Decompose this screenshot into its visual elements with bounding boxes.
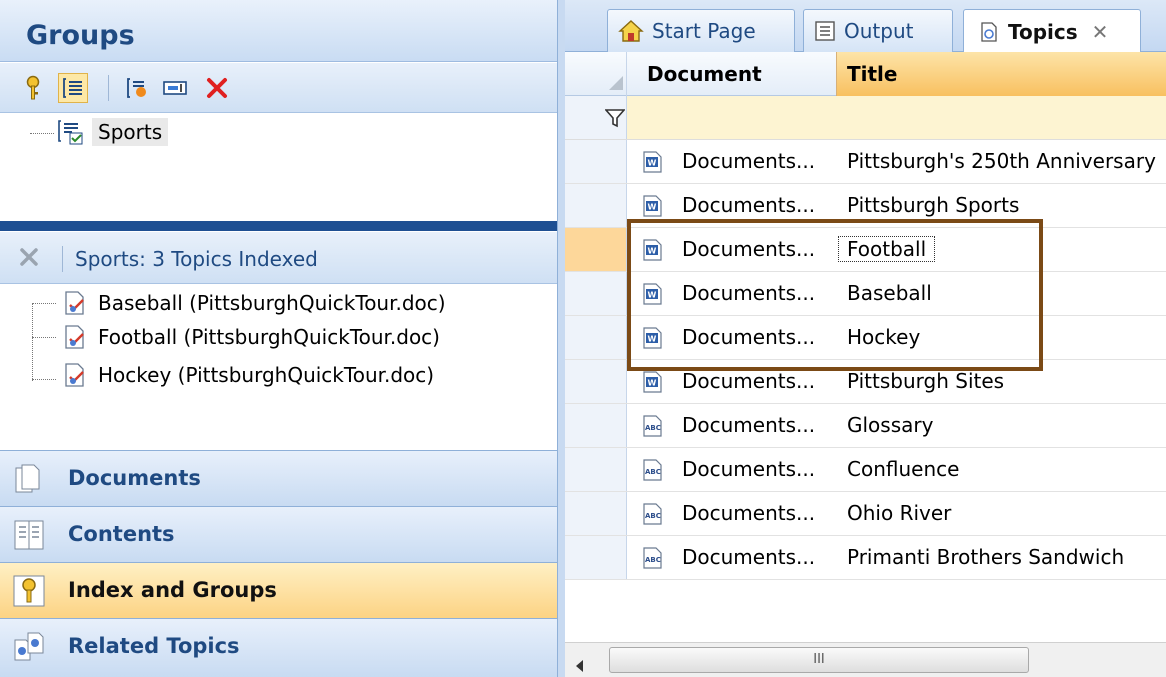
nav-label: Related Topics (68, 634, 240, 658)
document-cell[interactable]: Documents... (682, 193, 815, 217)
word-document-icon: W (643, 151, 662, 173)
row-selector[interactable] (565, 536, 627, 579)
document-cell[interactable]: Documents... (682, 369, 815, 393)
rename-icon[interactable] (160, 73, 190, 103)
nav-label: Contents (68, 522, 175, 546)
scroll-left-icon[interactable] (575, 653, 585, 677)
table-row[interactable]: ABC Documents... Ohio River (565, 492, 1166, 536)
word-document-icon: W (643, 371, 662, 393)
tab-topics[interactable]: Topics ✕ (963, 9, 1141, 53)
filter-icon (605, 109, 625, 128)
text-document-icon: ABC (643, 503, 662, 525)
table-row[interactable]: ABC Documents... Confluence (565, 448, 1166, 492)
topic-icon (65, 363, 84, 387)
nav-label: Index and Groups (68, 578, 277, 602)
nav-related-topics[interactable]: Related Topics (0, 618, 557, 677)
filter-cell (565, 96, 627, 139)
table-row[interactable]: W Documents... Pittsburgh's 250th Annivers… (565, 140, 1166, 184)
index-item[interactable]: Baseball (PittsburghQuickTour.doc) (60, 289, 446, 317)
row-selector[interactable] (565, 360, 627, 403)
row-selector[interactable] (565, 228, 627, 271)
document-cell[interactable]: Documents... (682, 545, 815, 569)
left-pane: Groups Sports Sports: 3 Topics Indexed B… (0, 0, 558, 677)
row-selector[interactable] (565, 448, 627, 491)
title-cell[interactable]: Glossary (847, 413, 933, 437)
groups-header: Groups (0, 0, 557, 62)
contents-icon (14, 520, 44, 550)
group-label: Sports (92, 118, 169, 146)
groups-title: Groups (26, 20, 135, 51)
select-all-cell[interactable] (565, 52, 627, 96)
row-selector[interactable] (565, 492, 627, 535)
document-cell[interactable]: Documents... (682, 149, 815, 173)
document-cell[interactable]: Documents... (682, 413, 815, 437)
row-selector[interactable] (565, 404, 627, 447)
table-row[interactable]: ABC Documents... Glossary (565, 404, 1166, 448)
horizontal-scrollbar[interactable]: III (565, 642, 1166, 677)
tab-output[interactable]: Output (803, 9, 953, 52)
topics-grid: W Documents... Pittsburgh's 250th Annivers… (565, 140, 1166, 640)
index-item[interactable]: Hockey (PittsburghQuickTour.doc) (60, 361, 434, 389)
title-cell[interactable]: Primanti Brothers Sandwich (847, 545, 1124, 569)
text-document-icon: ABC (643, 547, 662, 569)
title-cell[interactable]: Pittsburgh Sites (847, 369, 1004, 393)
groups-toolbar (0, 63, 557, 113)
index-tree: Baseball (PittsburghQuickTour.doc) Footb… (0, 285, 557, 437)
group-icon (58, 120, 83, 145)
row-selector[interactable] (565, 272, 627, 315)
remove-icon[interactable] (18, 246, 40, 273)
new-group-icon[interactable] (122, 73, 152, 103)
key-icon (13, 575, 45, 607)
group-list-icon[interactable] (58, 73, 88, 103)
svg-text:W: W (648, 379, 657, 388)
svg-text:ABC: ABC (645, 424, 661, 432)
close-tab-icon[interactable]: ✕ (1092, 20, 1109, 44)
svg-text:W: W (648, 203, 657, 212)
row-selector[interactable] (565, 316, 627, 359)
tab-start-page[interactable]: Start Page (607, 9, 795, 52)
document-cell[interactable]: Documents... (682, 501, 815, 525)
word-document-icon: W (643, 195, 662, 217)
svg-text:W: W (648, 159, 657, 168)
topic-icon (65, 291, 84, 315)
title-cell[interactable]: Confluence (847, 457, 959, 481)
text-document-icon: ABC (643, 415, 662, 437)
title-cell[interactable]: Pittsburgh Sports (847, 193, 1019, 217)
table-row[interactable]: ABC Documents... Primanti Brothers Sandwic… (565, 536, 1166, 580)
home-icon (618, 20, 644, 42)
tab-strip: Start Page Output Topics ✕ (565, 0, 1166, 53)
index-status: Sports: 3 Topics Indexed (75, 247, 318, 271)
svg-text:ABC: ABC (645, 556, 661, 564)
documents-icon (15, 464, 40, 493)
title-cell[interactable]: Ohio River (847, 501, 951, 525)
text-document-icon: ABC (643, 459, 662, 481)
row-selector[interactable] (565, 184, 627, 227)
nav-index-and-groups[interactable]: Index and Groups (0, 562, 557, 618)
index-item[interactable]: Football (PittsburghQuickTour.doc) (60, 323, 440, 351)
delete-icon[interactable] (202, 73, 232, 103)
row-selector[interactable] (565, 140, 627, 183)
key-icon[interactable] (18, 73, 48, 103)
column-header-document[interactable]: Document (627, 52, 837, 96)
nav-contents[interactable]: Contents (0, 506, 557, 562)
title-cell[interactable]: Pittsburgh's 250th Anniversary (847, 149, 1156, 173)
scroll-thumb[interactable]: III (609, 647, 1029, 673)
filter-row[interactable] (565, 96, 1166, 140)
related-topics-icon (14, 632, 44, 661)
index-toolbar: Sports: 3 Topics Indexed (0, 232, 557, 284)
group-item-sports[interactable]: Sports (56, 118, 169, 146)
topics-icon (981, 21, 997, 42)
grid-header: Document Title (565, 52, 1166, 96)
groups-tree: Sports (0, 114, 557, 220)
output-icon (815, 21, 835, 41)
svg-text:ABC: ABC (645, 468, 661, 476)
column-header-title[interactable]: Title (837, 52, 1166, 96)
nav-label: Documents (68, 466, 201, 490)
pane-splitter[interactable] (0, 221, 557, 231)
highlight-box (627, 219, 1043, 371)
topic-icon (65, 325, 84, 349)
document-cell[interactable]: Documents... (682, 457, 815, 481)
svg-text:ABC: ABC (645, 512, 661, 520)
nav-documents[interactable]: Documents (0, 450, 557, 506)
